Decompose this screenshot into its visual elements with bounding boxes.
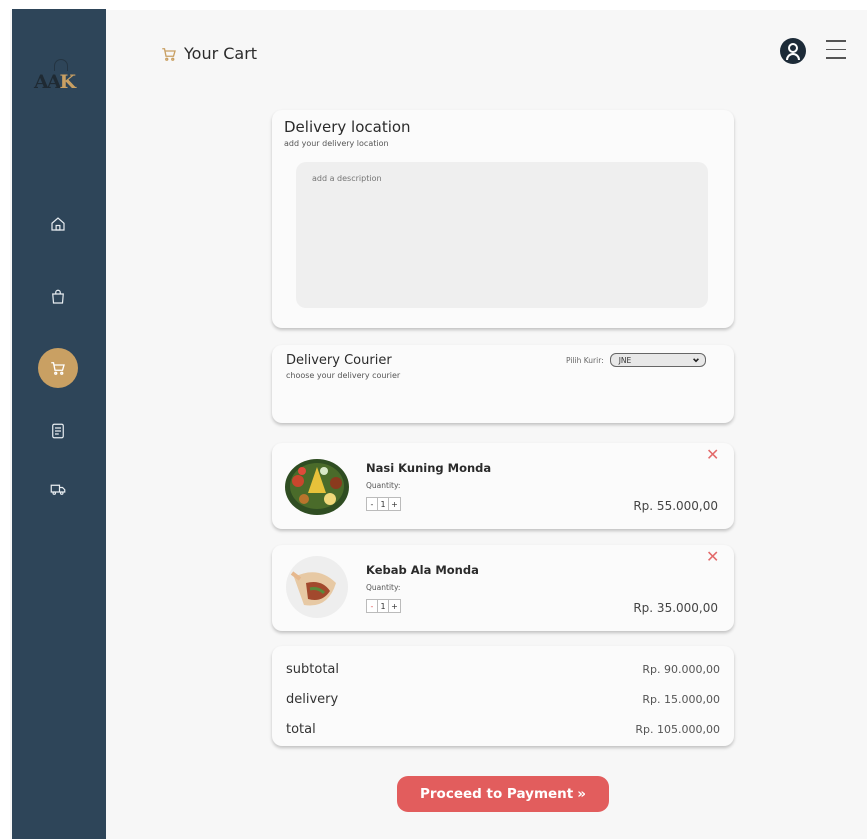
brand-logo[interactable]: AAK [34,59,86,99]
quantity-decrease-button[interactable]: - [367,600,378,612]
item-name: Kebab Ala Monda [366,563,479,577]
delivery-location-card: Delivery location add your delivery loca… [272,110,734,328]
order-summary-card: subtotal Rp. 90.000,00 delivery Rp. 15.0… [272,646,734,746]
hamburger-menu-icon[interactable] [826,40,846,62]
quantity-stepper: - 1 + [366,599,401,613]
sidebar-item-cart[interactable] [38,348,78,388]
item-price: Rp. 35.000,00 [633,601,718,615]
cart-item: Kebab Ala Monda Quantity: - 1 + ✕ Rp. 35… [272,545,734,631]
logo-text-part-a: AA [34,71,62,93]
sidebar-item-delivery[interactable] [34,471,82,507]
summary-row-subtotal: subtotal Rp. 90.000,00 [286,654,720,684]
quantity-decrease-button[interactable]: - [367,498,378,510]
quantity-increase-button[interactable]: + [389,498,400,510]
total-value: Rp. 105.000,00 [635,722,720,736]
kebab-image [286,556,348,618]
chevron-down-icon [692,358,699,363]
courier-subtitle: choose your delivery courier [286,371,401,380]
item-name: Nasi Kuning Monda [366,461,492,475]
delivery-label: delivery [286,691,339,707]
payment-button-label: Proceed to Payment [420,786,574,802]
remove-item-close-icon[interactable]: ✕ [706,445,719,464]
home-icon [51,217,65,231]
summary-row-total: total Rp. 105.000,00 [286,714,720,744]
nasi-kuning-image [285,459,349,515]
quantity-value[interactable]: 1 [378,600,389,612]
cart-icon [51,362,65,375]
receipt-icon [52,423,64,439]
shopping-bag-icon [52,289,64,304]
double-chevron-right-icon: » [577,786,586,802]
truck-icon [50,484,66,495]
avatar-head-icon [788,43,798,53]
sidebar-item-orders[interactable] [34,413,82,449]
cart-item: Nasi Kuning Monda Quantity: - 1 + ✕ Rp. … [272,443,734,529]
item-quantity-label: Quantity: [366,481,401,490]
courier-selected-value: JNE [618,355,632,365]
proceed-to-payment-button[interactable]: Proceed to Payment » [397,776,609,812]
quantity-value[interactable]: 1 [378,498,389,510]
item-price: Rp. 55.000,00 [633,499,718,513]
logo-decoration-icon [54,59,68,71]
sidebar: AAK [12,9,106,839]
item-quantity-label: Quantity: [366,583,401,592]
subtotal-label: subtotal [286,661,339,677]
quantity-stepper: - 1 + [366,497,401,511]
delivery-location-input[interactable] [296,162,708,308]
logo-text: AAK [34,71,76,93]
page-title-text: Your Cart [184,44,258,63]
sidebar-item-home[interactable] [34,206,82,242]
subtotal-value: Rp. 90.000,00 [642,662,720,676]
quantity-increase-button[interactable]: + [389,600,400,612]
remove-item-close-icon[interactable]: ✕ [706,547,719,566]
delivery-location-subtitle: add your delivery location [284,139,389,148]
logo-text-part-b: K [59,71,75,93]
user-avatar[interactable] [780,38,806,64]
delivery-courier-card: Delivery Courier choose your delivery co… [272,345,734,423]
avatar-body-icon [786,53,800,60]
page-title: Your Cart [160,44,257,63]
cart-icon [162,47,176,61]
courier-select-label: Pilih Kurir: [566,355,604,365]
total-label: total [286,721,316,737]
delivery-location-title: Delivery location [284,118,411,136]
courier-select-group: Pilih Kurir: JNE [566,353,706,367]
delivery-value: Rp. 15.000,00 [642,692,720,706]
sidebar-item-shop[interactable] [34,279,82,315]
courier-select[interactable]: JNE [609,353,706,367]
summary-row-delivery: delivery Rp. 15.000,00 [286,684,720,714]
